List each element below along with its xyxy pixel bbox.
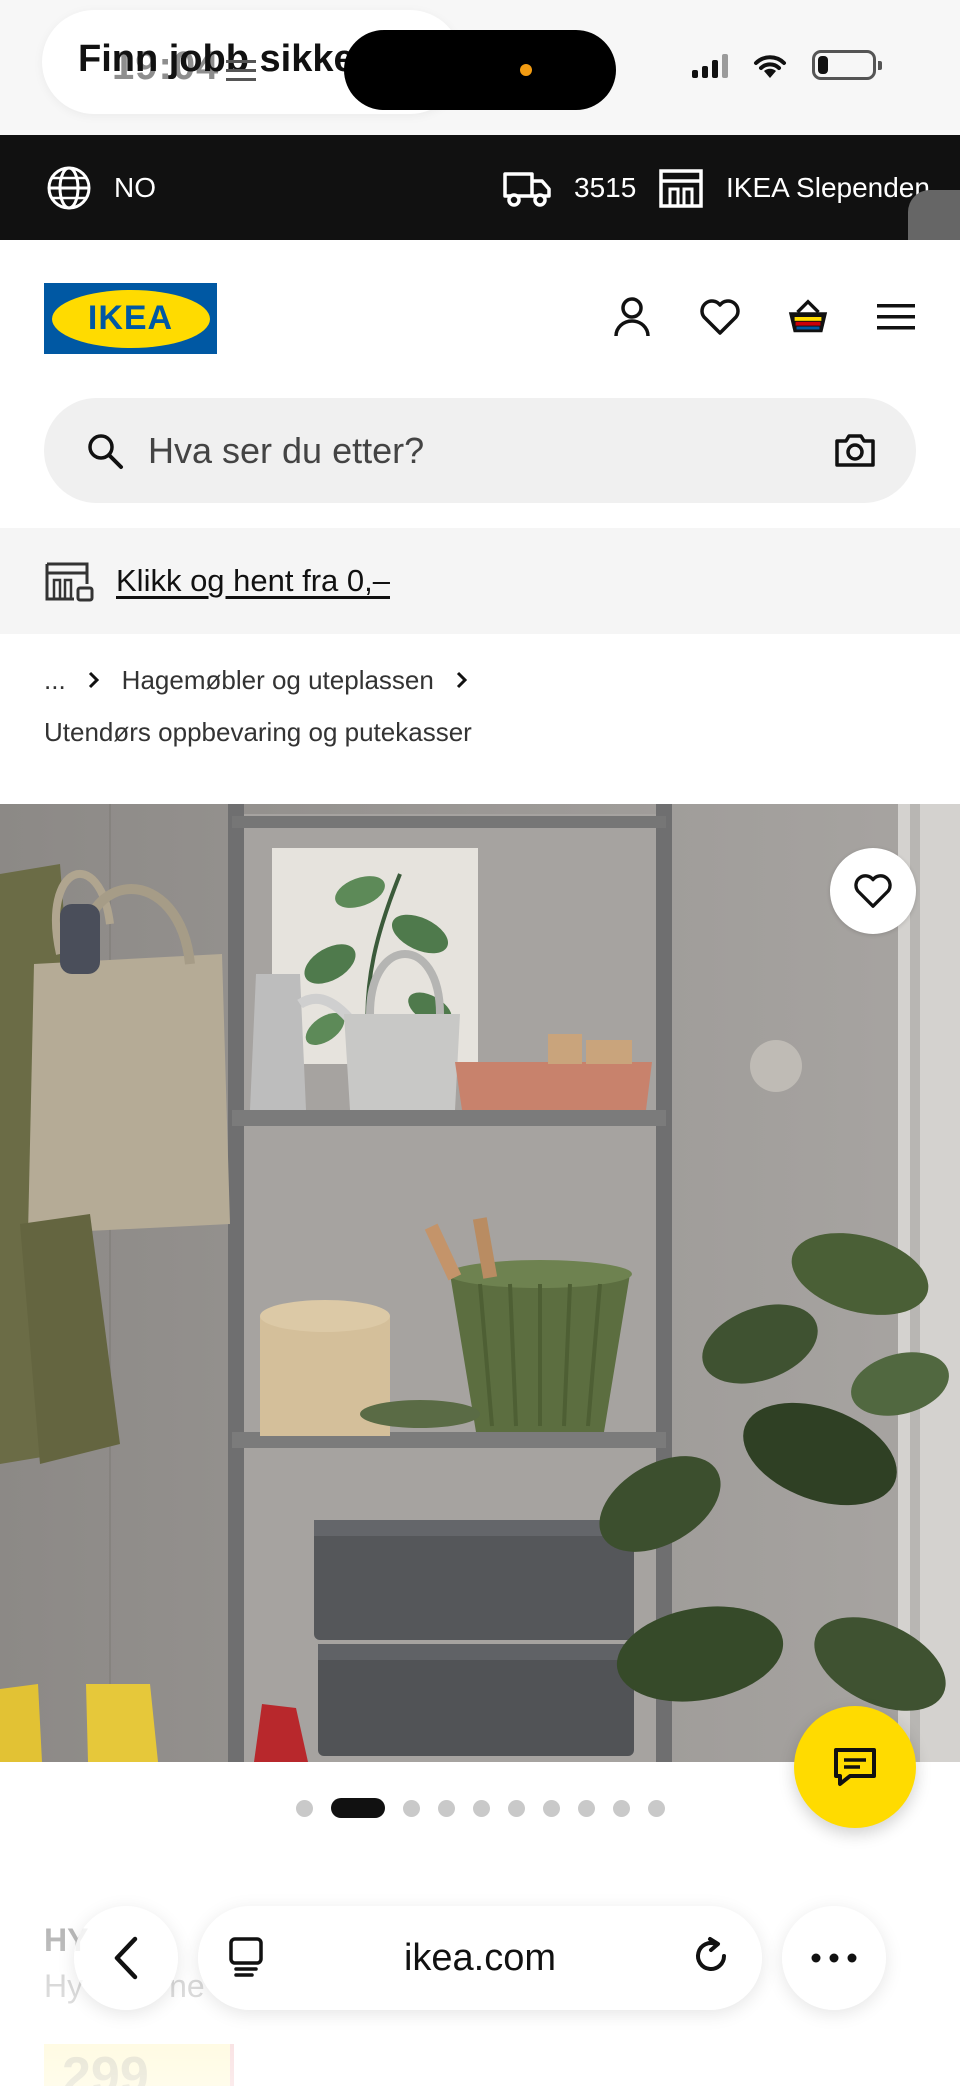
menu-icon[interactable] <box>874 295 918 339</box>
url-text: ikea.com <box>403 1936 557 1979</box>
more-options-button[interactable] <box>782 1906 886 2010</box>
status-bar: 19:04 Finn jobb sikker <box>0 0 960 135</box>
search-bar <box>44 398 916 503</box>
header-actions <box>610 295 918 339</box>
notification-text: Finn jobb sikker <box>78 38 370 80</box>
carousel-dot-active[interactable] <box>330 1798 385 1818</box>
address-bar[interactable]: ikea.com <box>198 1906 762 2010</box>
carousel-dot[interactable] <box>577 1799 595 1817</box>
heart-icon[interactable] <box>698 295 742 339</box>
search-icon <box>88 434 123 469</box>
carousel-dot[interactable] <box>612 1799 630 1817</box>
chat-button[interactable] <box>794 1706 916 1828</box>
store-label: IKEA Slependen <box>726 171 930 203</box>
click-collect-banner: Klikk og hent fra 0,– <box>0 528 960 634</box>
carousel-dot[interactable] <box>472 1799 490 1817</box>
heart-icon <box>854 874 892 908</box>
postcode-label: 3515 <box>574 171 637 203</box>
carousel-dot[interactable] <box>542 1799 560 1817</box>
menu-lines-icon <box>226 60 256 81</box>
search-input[interactable] <box>148 398 748 503</box>
store-pickup-icon <box>45 562 94 602</box>
chat-bubble-icon <box>834 1748 876 1786</box>
store-icon <box>659 168 703 208</box>
carousel-dot[interactable] <box>295 1799 313 1817</box>
breadcrumb-item-storage[interactable]: Utendørs oppbevaring og putekasser <box>44 717 472 748</box>
reload-icon[interactable] <box>692 1936 732 1978</box>
battery-icon <box>812 50 882 80</box>
chevron-right-icon <box>88 671 99 689</box>
basket-icon[interactable] <box>786 295 830 339</box>
breadcrumb-item-garden[interactable]: Hagemøbler og uteplassen <box>122 665 434 696</box>
carousel-dot[interactable] <box>402 1799 420 1817</box>
carousel-dot[interactable] <box>437 1799 455 1817</box>
breadcrumb: ... Hagemøbler og uteplassen Utendørs op… <box>44 660 924 752</box>
wifi-icon <box>754 55 786 78</box>
camera-search-icon[interactable] <box>834 432 876 468</box>
cellular-signal-icon <box>692 52 728 78</box>
language-selector[interactable]: NO <box>46 135 156 240</box>
dynamic-island <box>344 30 616 110</box>
truck-icon <box>503 171 551 207</box>
logo-text: IKEA <box>87 299 174 337</box>
back-button[interactable] <box>74 1906 178 2010</box>
add-to-favourites-button[interactable] <box>830 848 916 934</box>
status-icons <box>692 50 882 80</box>
language-label: NO <box>114 171 156 203</box>
site-header: IKEA <box>0 240 960 400</box>
ikea-logo[interactable]: IKEA <box>44 283 217 354</box>
delivery-postcode[interactable]: 3515 <box>502 135 636 240</box>
camera-indicator-dot <box>520 64 532 76</box>
carousel-dot[interactable] <box>647 1799 665 1817</box>
utility-bar: NO 3515 IKEA Slependen <box>0 135 960 240</box>
store-selector[interactable]: IKEA Slependen <box>658 135 930 240</box>
chevron-right-icon <box>456 671 467 689</box>
breadcrumb-ellipsis[interactable]: ... <box>44 665 66 696</box>
product-image[interactable] <box>0 804 960 1762</box>
carousel-dot[interactable] <box>507 1799 525 1817</box>
globe-icon <box>47 166 91 209</box>
click-collect-link[interactable]: Klikk og hent fra 0,– <box>116 563 390 599</box>
user-icon[interactable] <box>610 295 654 339</box>
chevron-left-icon <box>114 1936 138 1980</box>
product-photo <box>0 804 960 1762</box>
ellipsis-icon <box>811 1953 857 1963</box>
